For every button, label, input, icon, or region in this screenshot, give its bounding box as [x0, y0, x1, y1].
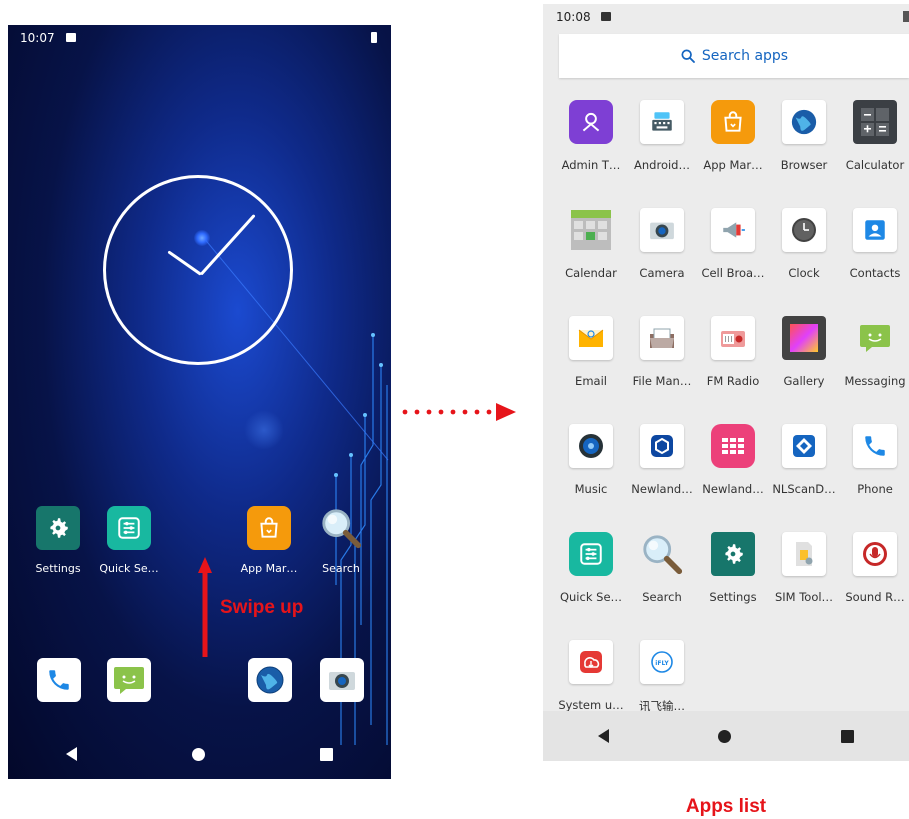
swipe-up-label: Swipe up: [220, 597, 304, 618]
swipe-up-arrow-icon: [198, 557, 212, 657]
dock-messaging[interactable]: [107, 658, 151, 702]
apps-list-caption: Apps list: [685, 796, 767, 817]
dock-camera[interactable]: [320, 658, 364, 702]
transition-arrow-icon: [402, 403, 516, 421]
recents-button[interactable]: [320, 747, 334, 761]
dock-phone[interactable]: [37, 658, 81, 702]
app-label: Quick Se…: [99, 562, 159, 575]
browser-icon: [256, 666, 284, 694]
app-label: Settings: [35, 562, 81, 575]
home-app-quick-settings[interactable]: Quick Se…: [91, 506, 167, 575]
app-market-icon: [247, 506, 291, 550]
search-icon: [319, 506, 363, 550]
home-nav-bar: [8, 729, 391, 779]
home-app-settings[interactable]: Settings: [20, 506, 96, 575]
phone-icon: [49, 670, 69, 690]
messaging-icon: [114, 667, 144, 694]
status-bar: 10:07: [8, 25, 391, 51]
quick-settings-icon: [107, 506, 151, 550]
clock-hour-hand: [167, 250, 202, 276]
app-label: Search: [322, 562, 360, 575]
status-time: 10:07: [20, 31, 55, 45]
image-notification-icon: [66, 33, 76, 42]
home-app-search[interactable]: Search: [303, 506, 379, 575]
home-screen: 10:07 Settings Quick Se… App Mar… Search…: [8, 25, 391, 779]
home-app-market[interactable]: App Mar…: [231, 506, 307, 575]
home-button[interactable]: [191, 747, 205, 761]
settings-icon: [36, 506, 80, 550]
clock-minute-hand: [199, 214, 256, 276]
back-button[interactable]: [65, 747, 77, 761]
app-label: App Mar…: [240, 562, 298, 575]
analog-clock-widget[interactable]: [103, 175, 293, 365]
caption-container: Apps list: [543, 0, 909, 819]
dock-browser[interactable]: [248, 658, 292, 702]
clock-center-glow: [194, 230, 210, 246]
battery-icon: [371, 32, 377, 43]
camera-icon: [329, 672, 355, 690]
